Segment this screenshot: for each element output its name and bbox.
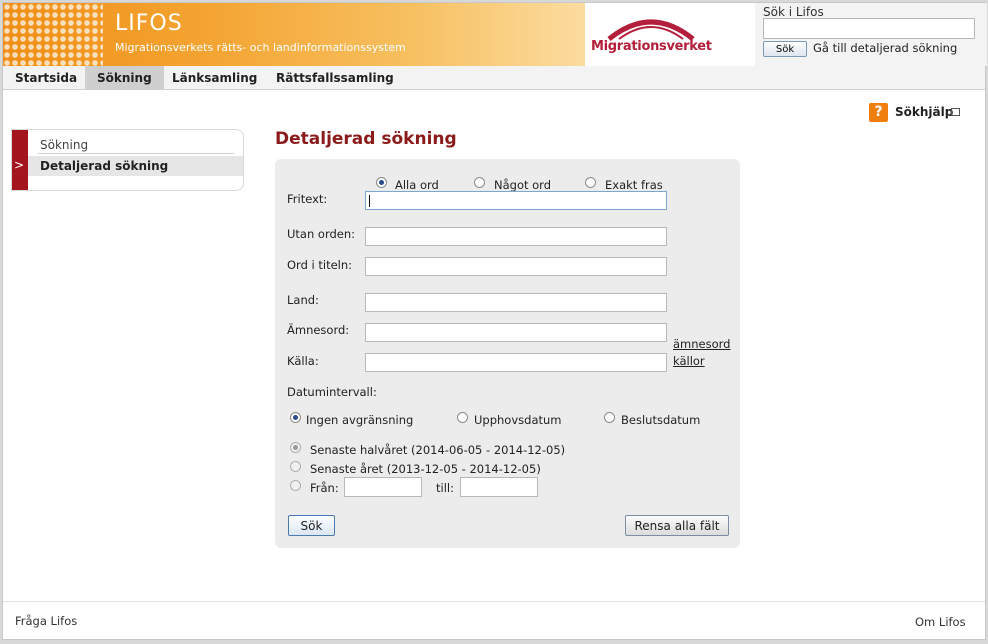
datumintervall-label: Datumintervall: <box>287 385 377 399</box>
radio-senaste-aret-label: Senaste året (2013-12-05 - 2014-12-05) <box>310 462 541 476</box>
active-arrow-icon: > <box>14 158 25 172</box>
radio-upphovsdatum-label: Upphovsdatum <box>474 413 562 427</box>
kalla-label: Källa: <box>287 354 319 368</box>
radio-alla-ord-label: Alla ord <box>395 178 439 192</box>
radio-exakt-fras[interactable] <box>585 177 596 188</box>
question-icon: ? <box>869 103 888 122</box>
header-banner: LIFOS Migrationsverkets rätts- och landi… <box>3 3 585 66</box>
main-nav: Startsida Sökning Länksamling Rättsfalls… <box>3 66 985 90</box>
quick-search-button[interactable]: Sök <box>763 41 807 57</box>
om-lifos-link[interactable]: Om Lifos <box>915 615 966 629</box>
utan-orden-input[interactable] <box>365 227 667 246</box>
fritext-label: Fritext: <box>287 192 328 206</box>
amnesord-input[interactable] <box>365 323 667 342</box>
ord-i-titeln-label: Ord i titeln: <box>287 258 353 272</box>
logo-dot-pattern <box>3 3 103 66</box>
clear-all-button[interactable]: Rensa alla fält <box>625 515 729 536</box>
radio-beslutsdatum[interactable] <box>604 412 615 423</box>
migrationsverket-logo: Migrationsverket <box>591 13 712 59</box>
radio-senaste-aret[interactable] <box>290 461 301 472</box>
fritext-input[interactable] <box>365 191 667 210</box>
page-title: Detaljerad sökning <box>275 129 457 149</box>
side-item-detaljerad-label: Detaljerad sökning <box>40 159 169 173</box>
side-divider <box>38 153 234 154</box>
fraga-lifos-link[interactable]: Fråga Lifos <box>15 614 77 628</box>
ord-i-titeln-input[interactable] <box>365 257 667 276</box>
search-help-label: Sökhjälp <box>895 105 954 119</box>
nav-lanksamling[interactable]: Länksamling <box>160 66 269 90</box>
till-date-input[interactable] <box>460 477 538 497</box>
radio-alla-ord[interactable] <box>376 177 387 188</box>
radio-ingen-avgransning[interactable] <box>290 412 301 423</box>
agency-name: Migrationsverket <box>591 39 712 54</box>
utan-orden-label: Utan orden: <box>287 227 356 241</box>
radio-exakt-fras-label: Exakt fras <box>605 178 663 192</box>
page-frame: LIFOS Migrationsverkets rätts- och landi… <box>2 2 987 640</box>
detailed-search-link[interactable]: Gå till detaljerad sökning <box>813 41 957 55</box>
quick-search-area: Sök i Lifos Sök Gå till detaljerad sökni… <box>755 3 987 66</box>
radio-fran[interactable] <box>290 480 301 491</box>
radio-senaste-halvaret[interactable] <box>290 442 301 453</box>
till-label: till: <box>436 481 454 495</box>
radio-nagot-ord[interactable] <box>474 177 485 188</box>
land-label: Land: <box>287 293 319 307</box>
side-item-detaljerad[interactable]: Detaljerad sökning <box>28 156 243 176</box>
nav-startsida[interactable]: Startsida <box>3 66 89 90</box>
quick-search-input[interactable] <box>763 18 975 39</box>
search-form-panel: Alla ord Något ord Exakt fras Fritext: U… <box>275 159 740 548</box>
side-item-sokning[interactable]: Sökning <box>40 138 88 152</box>
side-menu: Sökning Detaljerad sökning > <box>11 129 244 191</box>
nav-rattsfallssamling[interactable]: Rättsfallssamling <box>264 66 406 90</box>
fran-label: Från: <box>310 481 339 495</box>
text-caret <box>369 195 370 207</box>
amnesord-label: Ämnesord: <box>287 323 350 337</box>
search-button[interactable]: Sök <box>288 515 335 536</box>
logo-title[interactable]: LIFOS <box>115 11 183 36</box>
quick-search-label: Sök i Lifos <box>763 5 824 19</box>
kalla-input[interactable] <box>365 353 667 372</box>
fran-date-input[interactable] <box>344 477 422 497</box>
amnesord-link[interactable]: ämnesord <box>673 337 730 351</box>
radio-upphovsdatum[interactable] <box>457 412 468 423</box>
footer-divider <box>3 601 985 602</box>
kallor-link[interactable]: källor <box>673 354 705 368</box>
logo-subtitle: Migrationsverkets rätts- och landinforma… <box>115 41 406 54</box>
nav-sokning[interactable]: Sökning <box>85 66 164 90</box>
radio-nagot-ord-label: Något ord <box>494 178 552 192</box>
radio-beslutsdatum-label: Beslutsdatum <box>621 413 701 427</box>
radio-ingen-avgransning-label: Ingen avgränsning <box>306 413 414 427</box>
radio-senaste-halvaret-label: Senaste halvåret (2014-06-05 - 2014-12-0… <box>310 443 566 457</box>
external-window-icon <box>951 108 960 116</box>
land-input[interactable] <box>365 293 667 312</box>
